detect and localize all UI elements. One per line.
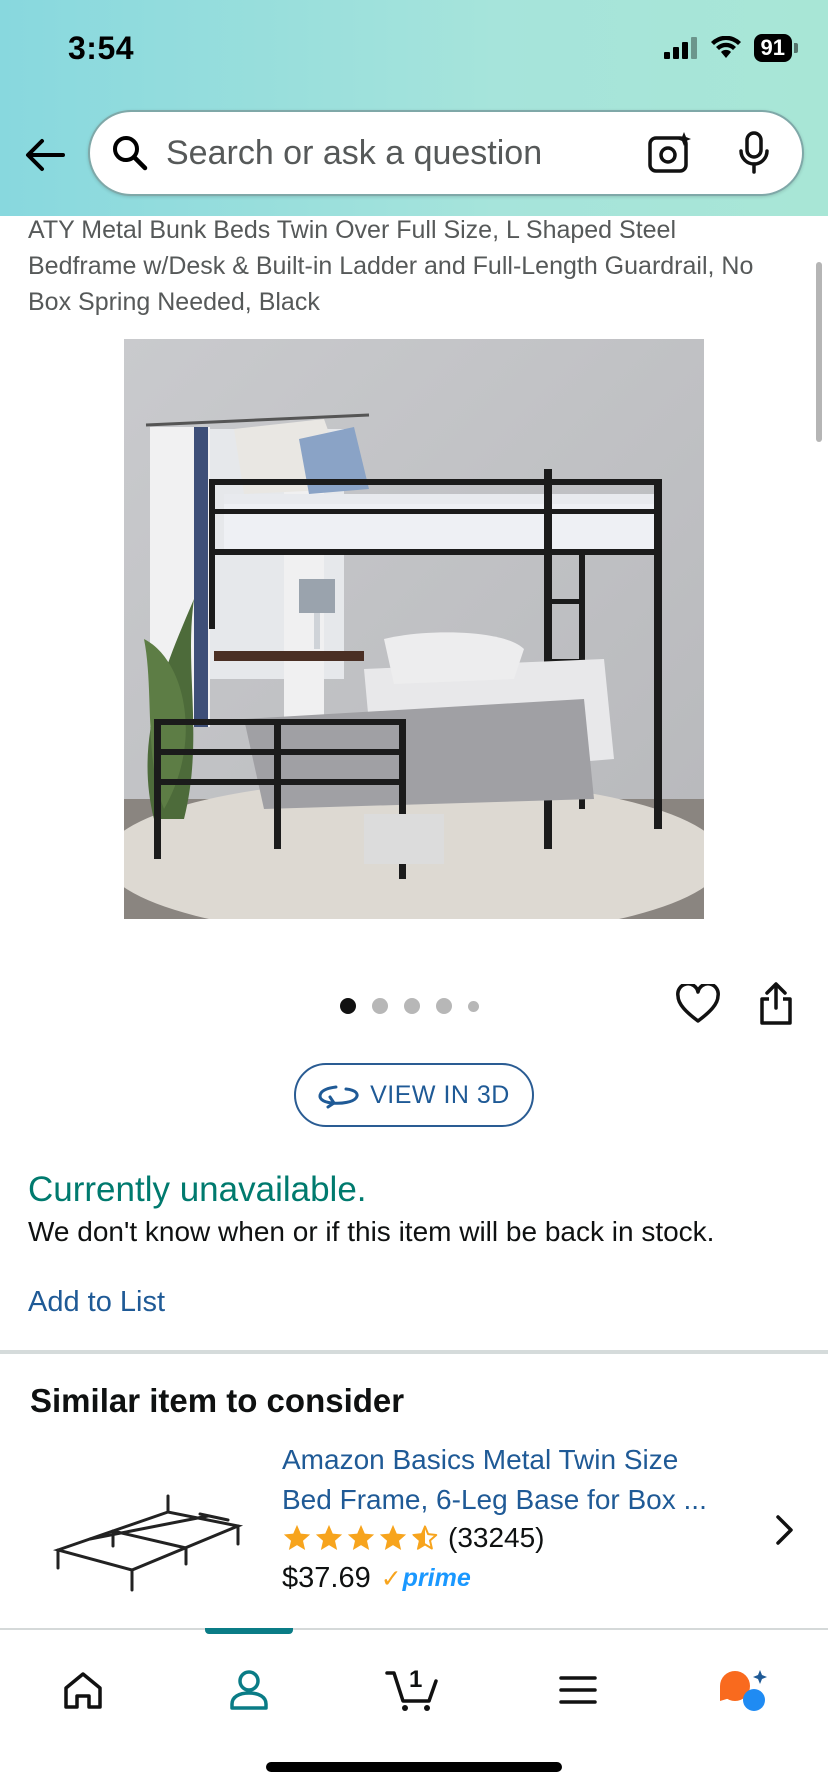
search-bar[interactable] bbox=[88, 110, 804, 196]
image-carousel-dots[interactable] bbox=[340, 998, 479, 1014]
star-full-icon bbox=[315, 1524, 343, 1550]
similar-item-title[interactable]: Amazon Basics Metal Twin Size Bed Frame,… bbox=[282, 1440, 752, 1520]
carousel-dot[interactable] bbox=[468, 1000, 479, 1012]
prime-label: prime bbox=[402, 1564, 471, 1592]
product-image[interactable] bbox=[124, 339, 704, 919]
price-row: $37.69 ✓ prime bbox=[282, 1562, 471, 1595]
cart-count-badge: 1 bbox=[409, 1666, 423, 1693]
carousel-dot[interactable] bbox=[372, 998, 388, 1014]
home-indicator bbox=[266, 1762, 562, 1772]
wifi-icon bbox=[710, 36, 741, 58]
rufus-assistant-icon bbox=[720, 1670, 767, 1711]
active-tab-indicator bbox=[205, 1628, 293, 1634]
product-title: ATY Metal Bunk Beds Twin Over Full Size,… bbox=[28, 216, 754, 316]
star-full-icon bbox=[283, 1524, 311, 1550]
nav-account[interactable] bbox=[219, 1660, 279, 1720]
carousel-dot[interactable] bbox=[340, 998, 356, 1014]
search-input[interactable] bbox=[166, 133, 646, 173]
add-to-list-link[interactable]: Add to List bbox=[28, 1286, 165, 1319]
prime-badge: ✓ prime bbox=[381, 1564, 471, 1594]
home-icon bbox=[64, 1672, 102, 1709]
rotate-3d-icon bbox=[318, 1085, 359, 1109]
status-icons: 91 bbox=[663, 34, 799, 62]
availability-status: Currently unavailable. bbox=[28, 1170, 367, 1209]
camera-search-icon[interactable] bbox=[646, 129, 694, 177]
heart-icon bbox=[676, 984, 720, 1023]
arrow-left-icon bbox=[26, 139, 65, 171]
scroll-indicator[interactable] bbox=[816, 262, 822, 442]
hamburger-menu-icon bbox=[559, 1676, 597, 1704]
similar-item-image[interactable] bbox=[50, 1482, 246, 1598]
wishlist-button[interactable] bbox=[674, 980, 722, 1028]
section-divider bbox=[0, 1350, 828, 1354]
nav-cart[interactable]: 1 bbox=[382, 1660, 442, 1720]
prime-check-icon: ✓ bbox=[380, 1564, 402, 1593]
status-time: 3:54 bbox=[68, 30, 135, 66]
view-in-3d-button[interactable]: VIEW IN 3D bbox=[294, 1063, 534, 1127]
carousel-dot[interactable] bbox=[404, 998, 420, 1014]
availability-detail: We don't know when or if this item will … bbox=[28, 1216, 715, 1247]
similar-item-price: $37.69 bbox=[282, 1562, 371, 1594]
rating-count: (33245) bbox=[448, 1522, 545, 1553]
rating-row[interactable]: (33245) bbox=[282, 1522, 545, 1554]
star-rating bbox=[282, 1523, 440, 1553]
nav-menu[interactable] bbox=[548, 1660, 608, 1720]
similar-item-title-line: Bed Frame, 6-Leg Base for Box ... bbox=[282, 1484, 707, 1515]
battery-indicator: 91 bbox=[753, 34, 799, 62]
nav-home[interactable] bbox=[53, 1660, 113, 1720]
back-button[interactable] bbox=[20, 130, 70, 180]
carousel-dot[interactable] bbox=[436, 998, 452, 1014]
star-full-icon bbox=[347, 1524, 375, 1550]
similar-item-next-button[interactable] bbox=[770, 1512, 800, 1548]
search-icon bbox=[110, 133, 150, 173]
similar-item-title-line: Amazon Basics Metal Twin Size bbox=[282, 1444, 679, 1475]
star-full-icon bbox=[379, 1524, 407, 1550]
similar-item-heading: Similar item to consider bbox=[30, 1382, 405, 1419]
header: 3:54 91 bbox=[0, 0, 828, 216]
view-in-3d-label: VIEW IN 3D bbox=[370, 1080, 510, 1109]
share-icon bbox=[760, 982, 792, 1025]
nav-rufus[interactable] bbox=[713, 1660, 773, 1720]
cellular-signal-icon bbox=[663, 37, 697, 59]
star-half-icon bbox=[411, 1524, 438, 1550]
microphone-icon[interactable] bbox=[734, 129, 774, 177]
account-icon bbox=[230, 1670, 268, 1710]
share-button[interactable] bbox=[756, 980, 796, 1028]
bed-frame-illustration bbox=[52, 1494, 244, 1592]
bunk-bed-illustration bbox=[124, 339, 704, 919]
chevron-right-icon bbox=[776, 1515, 793, 1545]
